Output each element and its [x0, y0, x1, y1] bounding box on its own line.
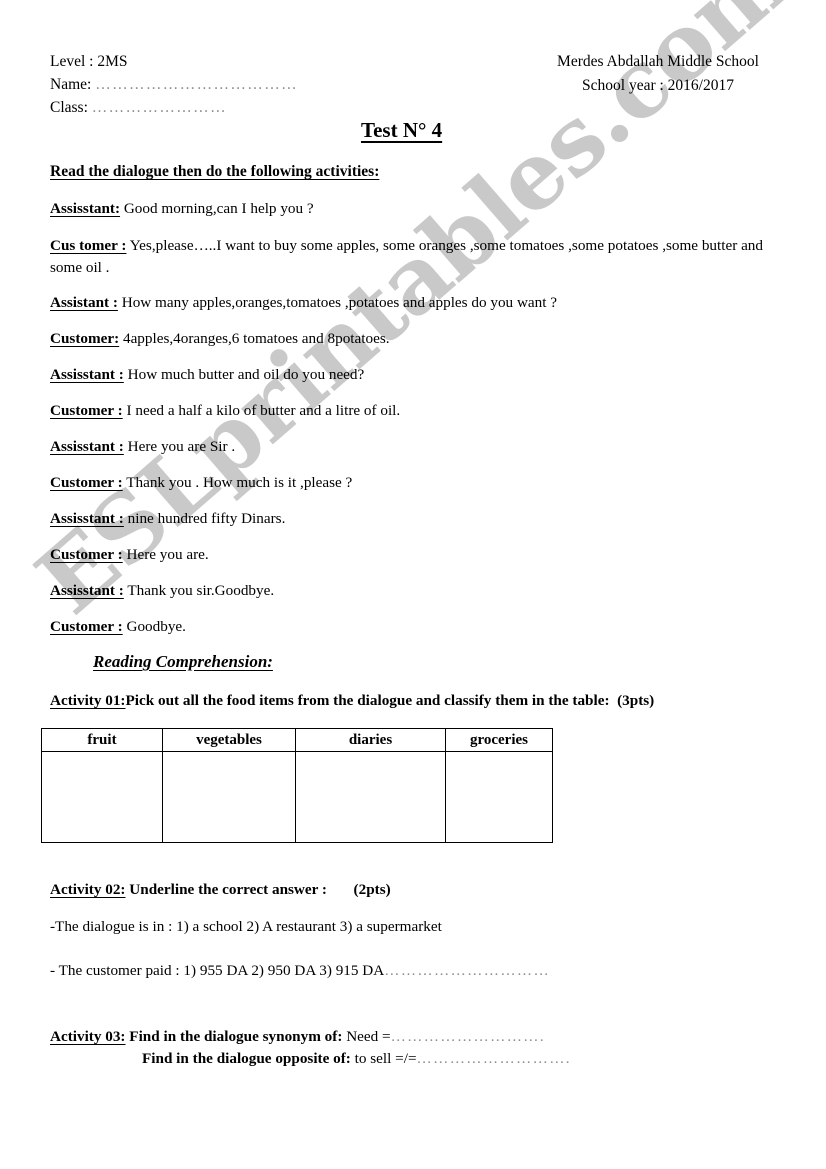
dialogue-text: 4apples,4oranges,6 tomatoes and 8potatoe… [119, 330, 390, 347]
table-header-groceries: groceries [445, 728, 553, 752]
table-header-diaries: diaries [295, 728, 446, 752]
table-cell-fruit[interactable] [41, 751, 163, 843]
activity-02-question-2-dots: ………………………… [384, 962, 551, 979]
worksheet-page: ESLprintables.com Level : 2MS Name: …………… [0, 0, 826, 1169]
dialogue-line: Customer: 4apples,4oranges,6 tomatoes an… [50, 328, 790, 350]
dialogue-line: Assisstant : Here you are Sir . [50, 436, 790, 458]
dialogue-speaker: Customer: [50, 330, 120, 347]
table-header-row: fruit vegetables diaries groceries [41, 728, 553, 752]
activity-02-line: Activity 02: Underline the correct answe… [50, 881, 391, 899]
dialogue-line: Customer : Goodbye. [50, 616, 790, 638]
dialogue-text: Yes,please…..I want to buy some apples, … [50, 237, 763, 276]
activity-03-line-1: Activity 03: Find in the dialogue synony… [50, 1028, 545, 1046]
dialogue-speaker: Cus tomer : [50, 237, 127, 254]
activity-01-label: Activity 01: [50, 692, 126, 709]
table-cell-vegetables[interactable] [162, 751, 296, 843]
dialogue-line: Cus tomer : Yes,please…..I want to buy s… [50, 235, 790, 279]
dialogue-line: Assistant : How many apples,oranges,toma… [50, 292, 790, 314]
school-block: Merdes Abdallah Middle School School yea… [498, 50, 818, 98]
dialogue-text: nine hundred fifty Dinars. [123, 510, 286, 527]
activity-01-line: Activity 01:Pick out all the food items … [50, 692, 654, 710]
activity-02-label: Activity 02: [50, 881, 126, 898]
dialogue-line: Assisstant : nine hundred fifty Dinars. [50, 508, 790, 530]
dialogue-text: Thank you sir.Goodbye. [123, 582, 275, 599]
activity-02-question-2-text: - The customer paid : 1) 955 DA 2) 950 D… [50, 962, 385, 979]
activity-01-points: (3pts) [617, 692, 655, 709]
dialogue-line: Customer : Thank you . How much is it ,p… [50, 472, 790, 494]
activity-03-line-2-value: to sell =/= [350, 1050, 417, 1067]
page-title: Test N° 4 [361, 118, 443, 142]
dialogue-text: Thank you . How much is it ,please ? [122, 474, 353, 491]
class-label: Class: [50, 99, 88, 116]
read-instruction: Read the dialogue then do the following … [50, 163, 380, 180]
activity-03-line-2-dots[interactable]: ………………………. [417, 1050, 571, 1067]
dialogue-text: How much butter and oil do you need? [123, 366, 365, 383]
activity-02-question-2[interactable]: - The customer paid : 1) 955 DA 2) 950 D… [50, 962, 550, 980]
document-content: Level : 2MS Name: ……………………………… Class: ……… [0, 0, 826, 1169]
dialogue-line: Customer : I need a half a kilo of butte… [50, 400, 790, 422]
dialogue-speaker: Assisstant : [50, 438, 124, 455]
dialogue-speaker: Assisstant : [50, 366, 124, 383]
activity-02-question-1[interactable]: -The dialogue is in : 1) a school 2) A r… [50, 918, 442, 936]
name-dotted-field[interactable]: ……………………………… [95, 76, 298, 93]
dialogue-speaker: Assisstant : [50, 582, 124, 599]
activity-03-line-1-prompt: Find in the dialogue synonym of: [125, 1028, 343, 1045]
level-label: Level : 2MS [50, 53, 128, 70]
dialogue-speaker: Customer : [50, 618, 123, 635]
level-line: Level : 2MS [50, 50, 128, 73]
food-classification-table: fruit vegetables diaries groceries [41, 728, 553, 843]
name-label: Name: [50, 76, 92, 93]
dialogue-speaker: Customer : [50, 402, 123, 419]
activity-03-line-1-dots[interactable]: ………………………. [391, 1028, 545, 1045]
dialogue-line: Customer : Here you are. [50, 544, 790, 566]
activity-03-line-2: Find in the dialogue opposite of: to sel… [142, 1050, 571, 1068]
dialogue-text: Goodbye. [122, 618, 186, 635]
dialogue-text: Here you are Sir . [123, 438, 236, 455]
dialogue-text: How many apples,oranges,tomatoes ,potato… [117, 294, 558, 311]
activity-03-line-1-value: Need = [342, 1028, 391, 1045]
dialogue-line: Assisstant : Thank you sir.Goodbye. [50, 580, 790, 602]
table-cell-diaries[interactable] [295, 751, 446, 843]
school-name: Merdes Abdallah Middle School [557, 53, 759, 70]
table-row [41, 751, 553, 843]
activity-01-text: Pick out all the food items from the dia… [125, 692, 610, 709]
dialogue-speaker: Assisstant: [50, 200, 121, 217]
dialogue-speaker: Assistant : [50, 294, 118, 311]
table-header-vegetables: vegetables [162, 728, 296, 752]
dialogue-speaker: Customer : [50, 546, 123, 563]
activity-03-label: Activity 03: [50, 1028, 126, 1045]
reading-comprehension-heading: Reading Comprehension: [93, 652, 273, 671]
dialogue-line: Assisstant: Good morning,can I help you … [50, 198, 790, 220]
table-cell-groceries[interactable] [445, 751, 553, 843]
name-line: Name: ……………………………… [50, 73, 298, 96]
activity-02-points: (2pts) [353, 881, 391, 898]
class-dotted-field[interactable]: …………………… [92, 99, 227, 116]
dialogue-speaker: Customer : [50, 474, 123, 491]
dialogue-line: Assisstant : How much butter and oil do … [50, 364, 790, 386]
class-line: Class: …………………… [50, 96, 227, 119]
activity-03-line-2-prompt: Find in the dialogue opposite of: [142, 1050, 351, 1067]
dialogue-text: I need a half a kilo of butter and a lit… [122, 402, 401, 419]
table-header-fruit: fruit [41, 728, 163, 752]
dialogue-speaker: Assisstant : [50, 510, 124, 527]
school-year: School year : 2016/2017 [582, 77, 734, 94]
dialogue-text: Good morning,can I help you ? [120, 200, 314, 217]
dialogue-text: Here you are. [122, 546, 209, 563]
activity-02-text: Underline the correct answer : [129, 881, 327, 898]
